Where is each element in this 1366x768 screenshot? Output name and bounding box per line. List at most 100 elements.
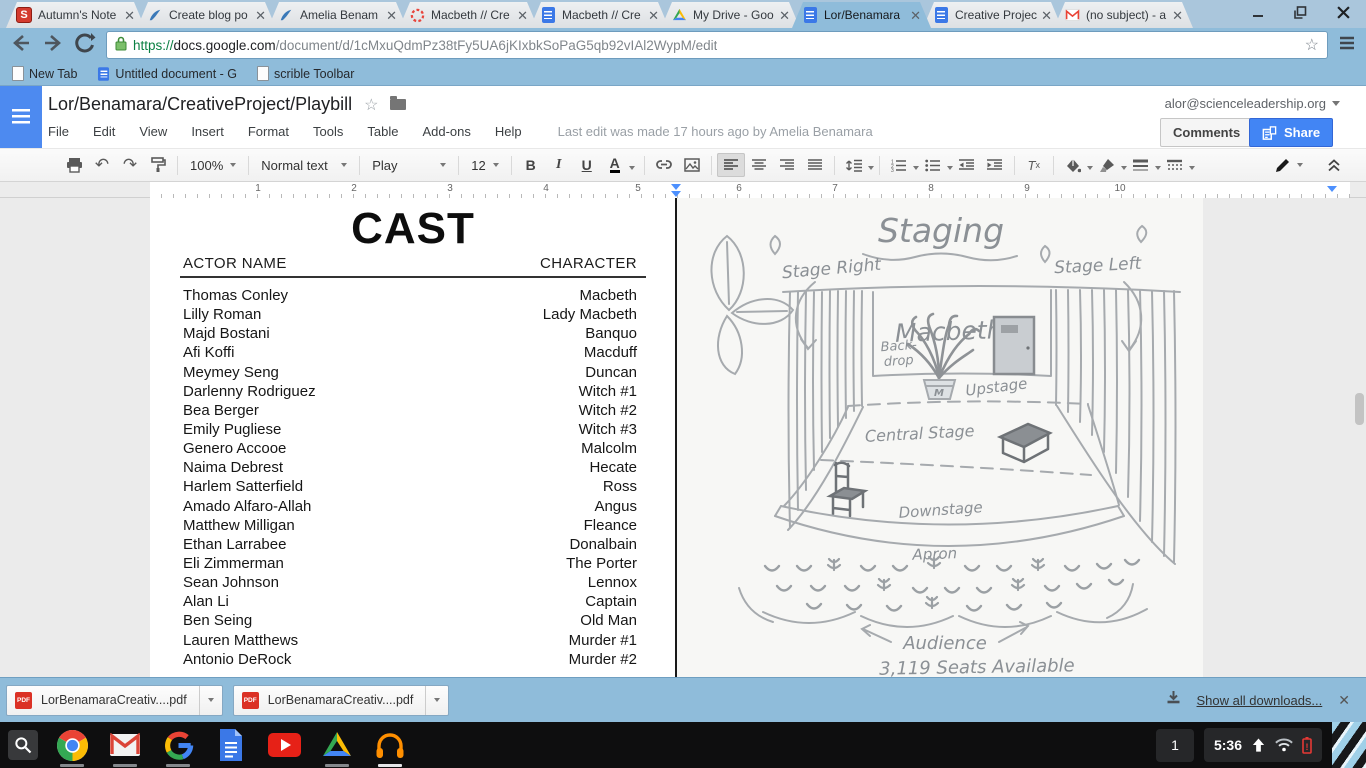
tab-close-icon[interactable]: ✕ xyxy=(1172,9,1183,22)
zoom-select[interactable]: 100% xyxy=(183,153,243,177)
comments-button[interactable]: Comments xyxy=(1160,118,1253,147)
menu-addons[interactable]: Add-ons xyxy=(422,124,470,139)
shelf-app-google[interactable] xyxy=(161,722,195,768)
increase-indent-button[interactable] xyxy=(981,153,1009,177)
window-count-badge[interactable]: 1 xyxy=(1156,729,1194,762)
page-cast[interactable]: CAST ACTOR NAME CHARACTER Thomas ConleyM… xyxy=(150,198,676,677)
menu-tools[interactable]: Tools xyxy=(313,124,343,139)
paint-format-button[interactable] xyxy=(144,153,172,177)
shelf-app-drive[interactable] xyxy=(320,722,354,768)
avatar[interactable] xyxy=(1332,722,1366,768)
menu-file[interactable]: File xyxy=(48,124,69,139)
tab-close-icon[interactable]: ✕ xyxy=(124,9,135,22)
bulleted-list-caret[interactable] xyxy=(947,166,953,170)
back-button[interactable] xyxy=(10,33,32,58)
shelf-app-gmail[interactable] xyxy=(108,722,142,768)
shelf-app-play-music[interactable] xyxy=(373,722,407,768)
bookmark-star-icon[interactable]: ☆ xyxy=(1305,35,1319,55)
print-button[interactable] xyxy=(60,153,88,177)
tab-close-icon[interactable]: ✕ xyxy=(386,9,397,22)
decrease-indent-button[interactable] xyxy=(953,153,981,177)
show-all-downloads-link[interactable]: Show all downloads... xyxy=(1197,693,1323,708)
highlight-caret[interactable] xyxy=(1121,166,1127,170)
line-spacing-button[interactable] xyxy=(840,153,868,177)
minimize-button[interactable] xyxy=(1252,6,1264,24)
scrollbar-thumb[interactable] xyxy=(1355,393,1364,425)
insert-image-button[interactable] xyxy=(678,153,706,177)
tab-close-icon[interactable]: ✕ xyxy=(779,9,790,22)
menu-edit[interactable]: Edit xyxy=(93,124,115,139)
status-tray[interactable]: 5:36 ! xyxy=(1204,728,1322,762)
italic-button[interactable]: I xyxy=(545,153,573,177)
fill-color-button[interactable] xyxy=(1059,153,1087,177)
share-button[interactable]: Share xyxy=(1249,118,1333,147)
forward-button[interactable] xyxy=(42,33,64,58)
font-size-select[interactable]: 12 xyxy=(464,153,505,177)
shelf-app-docs[interactable] xyxy=(214,722,248,768)
download-item[interactable]: PDF LorBenamaraCreativ....pdf xyxy=(233,685,450,716)
close-window-button[interactable] xyxy=(1337,6,1350,24)
paragraph-style-select[interactable]: Normal text xyxy=(254,153,354,177)
menu-format[interactable]: Format xyxy=(248,124,289,139)
menu-view[interactable]: View xyxy=(139,124,167,139)
download-menu-caret[interactable] xyxy=(199,686,222,715)
bold-button[interactable]: B xyxy=(517,153,545,177)
align-center-button[interactable] xyxy=(745,153,773,177)
line-spacing-caret[interactable] xyxy=(868,166,874,170)
tab-close-icon[interactable]: ✕ xyxy=(255,9,266,22)
document-title[interactable]: Lor/Benamara/CreativeProject/Playbill xyxy=(48,94,352,115)
border-weight-caret[interactable] xyxy=(1155,166,1161,170)
download-item[interactable]: PDF LorBenamaraCreativ....pdf xyxy=(6,685,223,716)
font-select[interactable]: Play xyxy=(365,153,453,177)
account-menu[interactable]: alor@scienceleadership.org xyxy=(1165,96,1340,111)
fill-color-caret[interactable] xyxy=(1087,166,1093,170)
bookmark-scrible-toolbar[interactable]: scrible Toolbar xyxy=(257,66,354,81)
move-to-folder-icon[interactable] xyxy=(390,99,406,110)
tab-close-icon[interactable]: ✕ xyxy=(1041,9,1052,22)
page-staging-sketch[interactable]: Staging Stage Right Stage Left xyxy=(677,198,1203,677)
text-color-button[interactable]: A xyxy=(601,153,629,177)
text-color-caret[interactable] xyxy=(629,166,635,170)
browser-tab[interactable]: My Drive - Goo ✕ xyxy=(661,2,800,28)
collapse-toolbar-button[interactable] xyxy=(1320,153,1348,177)
browser-tab-active[interactable]: Lor/Benamara ✕ xyxy=(792,2,931,28)
highlight-button[interactable] xyxy=(1093,153,1121,177)
border-weight-button[interactable] xyxy=(1127,153,1155,177)
last-edit-status[interactable]: Last edit was made 17 hours ago by Ameli… xyxy=(558,124,873,139)
browser-tab[interactable]: Amelia Benam ✕ xyxy=(268,2,407,28)
browser-tab[interactable]: (no subject) - a ✕ xyxy=(1054,2,1193,28)
browser-tab[interactable]: S Autumn's Note ✕ xyxy=(6,2,145,28)
url-bar[interactable]: https://docs.google.com/document/d/1cMxu… xyxy=(106,31,1328,59)
restore-button[interactable] xyxy=(1294,6,1307,24)
bookmark-new-tab[interactable]: New Tab xyxy=(12,66,77,81)
table-borders-caret[interactable] xyxy=(1189,166,1195,170)
launcher-button[interactable] xyxy=(8,730,38,760)
docs-home-button[interactable] xyxy=(0,86,42,148)
browser-tab[interactable]: Macbeth // Cre ✕ xyxy=(399,2,538,28)
menu-table[interactable]: Table xyxy=(367,124,398,139)
undo-button[interactable]: ↶ xyxy=(88,153,116,177)
numbered-list-button[interactable]: 123 xyxy=(885,153,913,177)
star-document-icon[interactable]: ☆ xyxy=(364,95,378,115)
insert-link-button[interactable] xyxy=(650,153,678,177)
table-borders-button[interactable] xyxy=(1161,153,1189,177)
numbered-list-caret[interactable] xyxy=(913,166,919,170)
download-menu-caret[interactable] xyxy=(425,686,448,715)
right-indent-marker[interactable] xyxy=(1327,186,1337,192)
browser-tab[interactable]: Create blog po ✕ xyxy=(137,2,276,28)
indent-marker[interactable] xyxy=(671,184,681,190)
shelf-app-chrome[interactable] xyxy=(55,722,89,768)
underline-button[interactable]: U xyxy=(573,153,601,177)
menu-help[interactable]: Help xyxy=(495,124,522,139)
indent-marker[interactable] xyxy=(671,191,681,197)
align-left-button[interactable] xyxy=(717,153,745,177)
bookmark-untitled-document[interactable]: Untitled document - G xyxy=(97,66,237,82)
justify-button[interactable] xyxy=(801,153,829,177)
tab-close-icon[interactable]: ✕ xyxy=(648,9,659,22)
browser-tab[interactable]: Macbeth // Cre ✕ xyxy=(530,2,669,28)
clear-formatting-button[interactable]: Tx xyxy=(1020,153,1048,177)
editing-mode-button[interactable] xyxy=(1271,153,1306,177)
shelf-app-youtube[interactable] xyxy=(267,722,301,768)
browser-tab[interactable]: Creative Projec ✕ xyxy=(923,2,1062,28)
menu-insert[interactable]: Insert xyxy=(191,124,224,139)
